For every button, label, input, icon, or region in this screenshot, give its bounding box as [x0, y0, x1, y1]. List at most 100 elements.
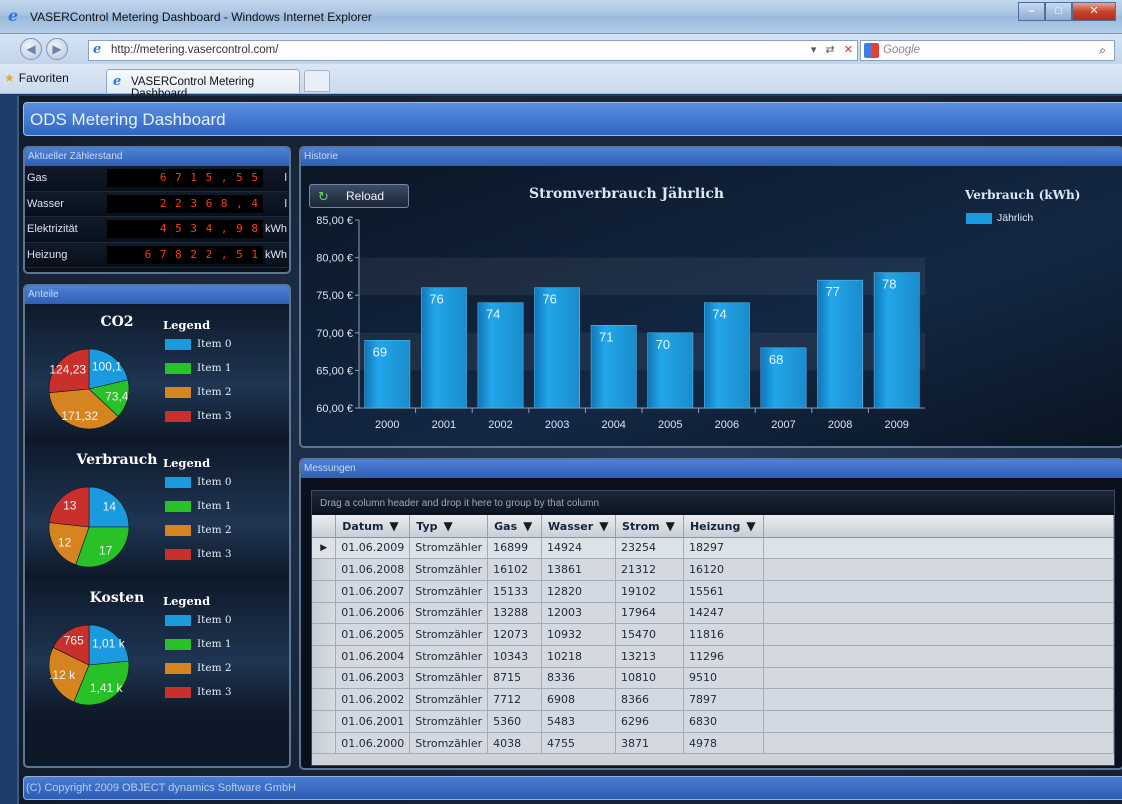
table-row[interactable]: 01.06.2005 Stromzähler 12073 10932 15470 1181…	[312, 623, 1114, 646]
column-header[interactable]: Strom ▼	[615, 515, 684, 538]
table-row[interactable]: 01.06.2003 Stromzähler 8715 8336 10810 9510	[312, 667, 1114, 690]
table-cell[interactable]: 11816	[683, 623, 764, 646]
back-button[interactable]: ◀	[20, 38, 42, 60]
table-cell[interactable]: 18297	[683, 537, 764, 560]
table-cell[interactable]: 10932	[541, 623, 617, 646]
browser-tab[interactable]: e VASERControl Metering Dashboard	[106, 69, 300, 100]
table-cell[interactable]: 6830	[683, 710, 764, 733]
bar[interactable]	[704, 302, 750, 409]
dropdown-icon[interactable]: ▾	[811, 44, 817, 56]
filter-icon[interactable]: ▼	[599, 519, 608, 533]
filter-icon[interactable]: ▼	[444, 519, 453, 533]
table-cell[interactable]: 23254	[615, 537, 684, 560]
table-cell[interactable]: Stromzähler	[409, 732, 489, 755]
table-cell[interactable]: 7712	[487, 688, 543, 711]
table-cell[interactable]: 01.06.2007	[335, 580, 411, 603]
stop-icon[interactable]: ✕	[844, 44, 853, 56]
table-cell[interactable]: 10810	[615, 667, 684, 690]
filter-icon[interactable]: ▼	[523, 519, 532, 533]
table-cell[interactable]: 5483	[541, 710, 617, 733]
table-cell[interactable]: 16120	[683, 558, 764, 581]
refresh-icon[interactable]: ⇄	[826, 44, 835, 56]
table-row[interactable]: 01.06.2004 Stromzähler 10343 10218 13213 1129…	[312, 645, 1114, 668]
table-cell[interactable]: 12820	[541, 580, 617, 603]
bar[interactable]	[817, 279, 863, 409]
table-row[interactable]: 01.06.2001 Stromzähler 5360 5483 6296 6830	[312, 710, 1114, 733]
bar[interactable]	[590, 325, 637, 409]
table-cell[interactable]: 7897	[683, 688, 764, 711]
table-cell[interactable]: 15561	[683, 580, 764, 603]
filter-icon[interactable]: ▼	[746, 519, 755, 533]
forward-button[interactable]: ▶	[46, 38, 68, 60]
column-header[interactable]: Datum ▼	[335, 515, 411, 538]
table-cell[interactable]: Stromzähler	[409, 688, 489, 711]
table-cell[interactable]: 6296	[615, 710, 684, 733]
filter-icon[interactable]: ▼	[666, 519, 675, 533]
search-box[interactable]: Google ⌕	[860, 40, 1115, 61]
table-cell[interactable]: 01.06.2000	[335, 732, 411, 755]
table-cell[interactable]: Stromzähler	[409, 623, 489, 646]
table-cell[interactable]: 4038	[487, 732, 543, 755]
table-cell[interactable]: 13861	[541, 558, 617, 581]
table-cell[interactable]: 01.06.2003	[335, 667, 411, 690]
bar[interactable]	[477, 302, 524, 409]
table-row[interactable]: 01.06.2000 Stromzähler 4038 4755 3871 4978	[312, 732, 1114, 755]
table-cell[interactable]: 11296	[683, 645, 764, 668]
filter-icon[interactable]: ▼	[389, 519, 398, 533]
table-cell[interactable]: 16899	[487, 537, 543, 560]
new-tab-button[interactable]	[304, 70, 330, 92]
column-header[interactable]: Wasser ▼	[541, 515, 617, 538]
table-cell[interactable]: 10343	[487, 645, 543, 668]
table-cell[interactable]: 10218	[541, 645, 617, 668]
table-cell[interactable]: 13213	[615, 645, 684, 668]
table-cell[interactable]: Stromzähler	[409, 558, 489, 581]
column-header[interactable]: Gas ▼	[487, 515, 543, 538]
table-cell[interactable]: Stromzähler	[409, 602, 489, 625]
table-cell[interactable]: 15470	[615, 623, 684, 646]
table-cell[interactable]: 01.06.2006	[335, 602, 411, 625]
close-button[interactable]: ✕	[1072, 2, 1116, 21]
table-cell[interactable]: 21312	[615, 558, 684, 581]
minimize-button[interactable]: –	[1018, 2, 1045, 21]
table-cell[interactable]: 8366	[615, 688, 684, 711]
table-cell[interactable]: 17964	[615, 602, 684, 625]
table-cell[interactable]: 01.06.2001	[335, 710, 411, 733]
table-cell[interactable]: 6908	[541, 688, 617, 711]
table-row[interactable]: 01.06.2007 Stromzähler 15133 12820 19102 1556…	[312, 580, 1114, 603]
column-header[interactable]: Typ ▼	[409, 515, 489, 538]
table-cell[interactable]: 01.06.2009	[335, 537, 411, 560]
table-cell[interactable]: 5360	[487, 710, 543, 733]
table-cell[interactable]: Stromzähler	[409, 645, 489, 668]
table-cell[interactable]: 12073	[487, 623, 543, 646]
table-cell[interactable]: 01.06.2004	[335, 645, 411, 668]
address-bar[interactable]: e http://metering.vasercontrol.com/ ▾ ⇄ …	[88, 40, 858, 61]
table-row[interactable]: 01.06.2008 Stromzähler 16102 13861 21312 1612…	[312, 558, 1114, 581]
maximize-button[interactable]: □	[1045, 2, 1072, 21]
group-panel[interactable]: Drag a column header and drop it here to…	[312, 491, 1114, 515]
table-row[interactable]: ▶ 01.06.2009 Stromzähler 16899 14924 23254 182…	[312, 537, 1114, 560]
bar[interactable]	[760, 347, 807, 409]
table-cell[interactable]: 4755	[541, 732, 617, 755]
table-cell[interactable]: 3871	[615, 732, 684, 755]
bar[interactable]	[534, 287, 580, 409]
table-cell[interactable]: 14924	[541, 537, 617, 560]
column-header[interactable]: Heizung ▼	[683, 515, 764, 538]
table-cell[interactable]: 16102	[487, 558, 543, 581]
table-row[interactable]: 01.06.2002 Stromzähler 7712 6908 8366 7897	[312, 688, 1114, 711]
bar[interactable]	[364, 340, 411, 409]
favorites-button[interactable]: ★ Favoriten	[4, 71, 69, 85]
table-cell[interactable]: 19102	[615, 580, 684, 603]
table-row[interactable]: 01.06.2006 Stromzähler 13288 12003 17964 1424…	[312, 602, 1114, 625]
table-cell[interactable]: 01.06.2005	[335, 623, 411, 646]
table-cell[interactable]: 8715	[487, 667, 543, 690]
search-icon[interactable]: ⌕	[1099, 43, 1106, 58]
table-cell[interactable]: 13288	[487, 602, 543, 625]
table-cell[interactable]: 01.06.2008	[335, 558, 411, 581]
table-cell[interactable]: 8336	[541, 667, 617, 690]
table-cell[interactable]: 4978	[683, 732, 764, 755]
table-cell[interactable]: 14247	[683, 602, 764, 625]
table-cell[interactable]: 01.06.2002	[335, 688, 411, 711]
table-cell[interactable]: Stromzähler	[409, 667, 489, 690]
table-cell[interactable]: 15133	[487, 580, 543, 603]
bar[interactable]	[873, 272, 920, 409]
